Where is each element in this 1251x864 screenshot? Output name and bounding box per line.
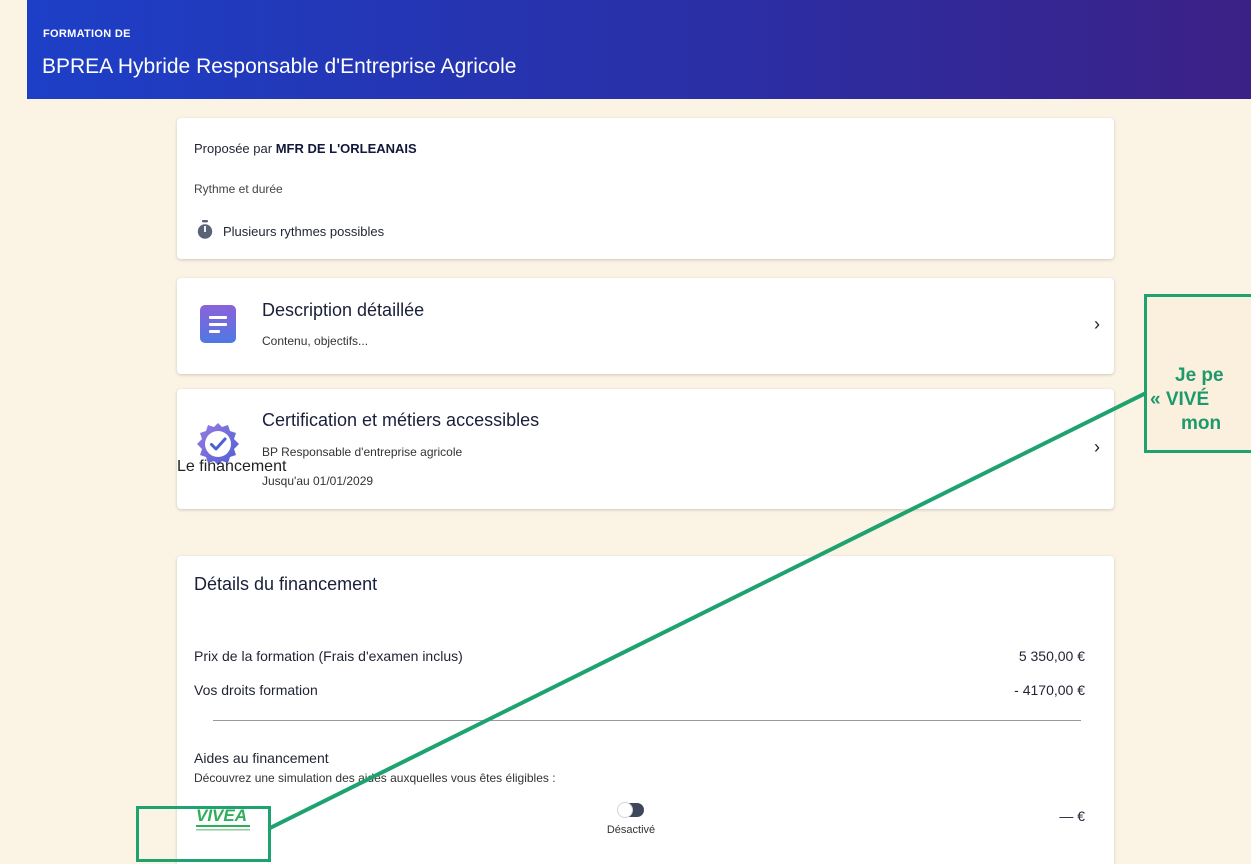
vivea-toggle[interactable]: Désactivé (601, 802, 661, 836)
header-kicker: FORMATION DE (43, 28, 131, 40)
chevron-right-icon: › (1094, 437, 1100, 457)
stopwatch-icon (196, 220, 214, 243)
rights-label: Vos droits formation (194, 682, 318, 698)
vivea-highlight-box (136, 806, 271, 862)
certification-subtitle: BP Responsable d'entreprise agricole (262, 445, 463, 459)
aides-title: Aides au financement (194, 750, 329, 766)
financement-section-title: Le financement (177, 458, 287, 475)
description-detaillee-card[interactable]: Description détaillée Contenu, objectifs… (177, 278, 1114, 374)
callout-line-1: Je pe (1175, 365, 1224, 386)
rythme-label: Rythme et durée (194, 182, 283, 196)
financing-details-card: Détails du financement Prix de la format… (177, 556, 1114, 864)
rights-value: - 4170,00 € (1014, 682, 1085, 698)
document-icon (200, 305, 236, 348)
chevron-right-icon: › (1094, 314, 1100, 334)
aides-subtitle: Découvrez une simulation des aides auxqu… (194, 771, 556, 785)
provider-line: Proposée par MFR DE L'ORLEANAIS (194, 141, 417, 156)
provider-name: MFR DE L'ORLEANAIS (275, 141, 417, 156)
training-title: BPREA Hybride Responsable d'Entreprise A… (42, 55, 517, 78)
callout-line-2: « VIVÉ (1150, 389, 1210, 410)
rythme-row: Plusieurs rythmes possibles (196, 220, 384, 243)
financing-details-title: Détails du financement (194, 574, 378, 594)
description-title: Description détaillée (262, 300, 425, 320)
rythme-value: Plusieurs rythmes possibles (223, 224, 385, 239)
price-label: Prix de la formation (Frais d'examen inc… (194, 648, 463, 664)
callout-line-3: mon (1181, 413, 1222, 434)
certification-validity: Jusqu'au 01/01/2029 (262, 474, 374, 488)
price-row: Prix de la formation (Frais d'examen inc… (194, 648, 1085, 664)
callout-box: Je pe « VIVÉ mon (1144, 294, 1251, 453)
provider-card: Proposée par MFR DE L'ORLEANAIS Rythme e… (177, 118, 1114, 259)
rights-row: Vos droits formation - 4170,00 € (194, 682, 1085, 698)
divider (213, 720, 1081, 721)
aide-amount: — € (1059, 808, 1085, 824)
price-value: 5 350,00 € (1018, 648, 1085, 664)
description-subtitle: Contenu, objectifs... (262, 334, 369, 348)
certification-title: Certification et métiers accessibles (262, 410, 540, 430)
training-header: FORMATION DE BPREA Hybride Responsable d… (27, 0, 1251, 99)
toggle-state-label: Désactivé (606, 824, 656, 836)
provider-prefix: Proposée par (194, 141, 273, 156)
certification-card[interactable]: Certification et métiers accessibles BP … (177, 389, 1114, 509)
toggle-switch[interactable] (617, 802, 644, 818)
